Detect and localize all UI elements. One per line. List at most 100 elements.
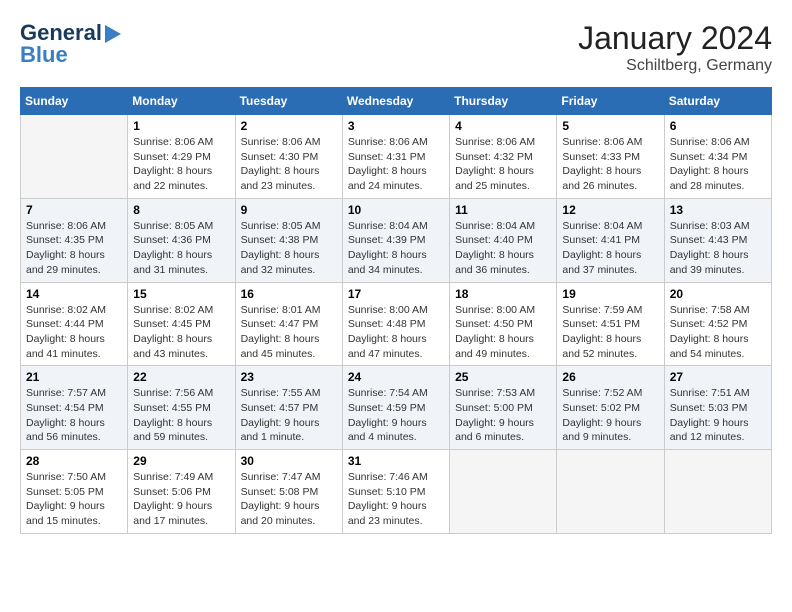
calendar-cell: 10 Sunrise: 8:04 AMSunset: 4:39 PMDayligh… bbox=[342, 198, 449, 282]
day-number: 20 bbox=[670, 287, 766, 301]
day-number: 3 bbox=[348, 119, 444, 133]
day-info: Sunrise: 8:01 AMSunset: 4:47 PMDaylight:… bbox=[241, 303, 337, 362]
day-number: 9 bbox=[241, 203, 337, 217]
calendar-cell: 29 Sunrise: 7:49 AMSunset: 5:06 PMDayligh… bbox=[128, 450, 235, 534]
day-header-thursday: Thursday bbox=[450, 88, 557, 115]
day-number: 29 bbox=[133, 454, 229, 468]
month-title: January 2024 bbox=[578, 20, 772, 57]
calendar-cell: 26 Sunrise: 7:52 AMSunset: 5:02 PMDayligh… bbox=[557, 366, 664, 450]
calendar-week-row: 7 Sunrise: 8:06 AMSunset: 4:35 PMDaylight… bbox=[21, 198, 772, 282]
day-number: 6 bbox=[670, 119, 766, 133]
day-number: 26 bbox=[562, 370, 658, 384]
day-info: Sunrise: 8:06 AMSunset: 4:31 PMDaylight:… bbox=[348, 135, 444, 194]
title-block: January 2024 Schiltberg, Germany bbox=[578, 20, 772, 75]
day-info: Sunrise: 8:00 AMSunset: 4:48 PMDaylight:… bbox=[348, 303, 444, 362]
day-number: 2 bbox=[241, 119, 337, 133]
day-number: 31 bbox=[348, 454, 444, 468]
calendar-cell: 27 Sunrise: 7:51 AMSunset: 5:03 PMDayligh… bbox=[664, 366, 771, 450]
calendar-week-row: 21 Sunrise: 7:57 AMSunset: 4:54 PMDayligh… bbox=[21, 366, 772, 450]
day-info: Sunrise: 8:05 AMSunset: 4:36 PMDaylight:… bbox=[133, 219, 229, 278]
day-info: Sunrise: 8:06 AMSunset: 4:33 PMDaylight:… bbox=[562, 135, 658, 194]
location: Schiltberg, Germany bbox=[578, 57, 772, 75]
day-info: Sunrise: 7:51 AMSunset: 5:03 PMDaylight:… bbox=[670, 386, 766, 445]
calendar-cell: 14 Sunrise: 8:02 AMSunset: 4:44 PMDayligh… bbox=[21, 282, 128, 366]
day-header-sunday: Sunday bbox=[21, 88, 128, 115]
calendar-cell: 15Sunrise: 8:02 AMSunset: 4:45 PMDayligh… bbox=[128, 282, 235, 366]
calendar-cell: 21 Sunrise: 7:57 AMSunset: 4:54 PMDayligh… bbox=[21, 366, 128, 450]
day-info: Sunrise: 8:06 AMSunset: 4:29 PMDaylight:… bbox=[133, 135, 229, 194]
calendar-cell: 18Sunrise: 8:00 AMSunset: 4:50 PMDayligh… bbox=[450, 282, 557, 366]
day-number: 17 bbox=[348, 287, 444, 301]
day-number: 23 bbox=[241, 370, 337, 384]
calendar-cell: 11 Sunrise: 8:04 AMSunset: 4:40 PMDayligh… bbox=[450, 198, 557, 282]
calendar-cell: 7 Sunrise: 8:06 AMSunset: 4:35 PMDaylight… bbox=[21, 198, 128, 282]
day-number: 7 bbox=[26, 203, 122, 217]
day-info: Sunrise: 7:56 AMSunset: 4:55 PMDaylight:… bbox=[133, 386, 229, 445]
calendar-cell bbox=[450, 450, 557, 534]
calendar-cell bbox=[21, 115, 128, 199]
calendar-cell: 4Sunrise: 8:06 AMSunset: 4:32 PMDaylight… bbox=[450, 115, 557, 199]
calendar-cell: 23 Sunrise: 7:55 AMSunset: 4:57 PMDayligh… bbox=[235, 366, 342, 450]
day-info: Sunrise: 8:04 AMSunset: 4:40 PMDaylight:… bbox=[455, 219, 551, 278]
page-header: General Blue January 2024 Schiltberg, Ge… bbox=[20, 20, 772, 75]
day-info: Sunrise: 7:59 AMSunset: 4:51 PMDaylight:… bbox=[562, 303, 658, 362]
day-info: Sunrise: 8:06 AMSunset: 4:32 PMDaylight:… bbox=[455, 135, 551, 194]
logo: General Blue bbox=[20, 20, 121, 68]
calendar-cell: 5 Sunrise: 8:06 AMSunset: 4:33 PMDaylight… bbox=[557, 115, 664, 199]
day-info: Sunrise: 8:04 AMSunset: 4:39 PMDaylight:… bbox=[348, 219, 444, 278]
day-number: 28 bbox=[26, 454, 122, 468]
day-info: Sunrise: 8:06 AMSunset: 4:34 PMDaylight:… bbox=[670, 135, 766, 194]
calendar-week-row: 14 Sunrise: 8:02 AMSunset: 4:44 PMDayligh… bbox=[21, 282, 772, 366]
day-info: Sunrise: 8:02 AMSunset: 4:45 PMDaylight:… bbox=[133, 303, 229, 362]
logo-blue: Blue bbox=[20, 42, 68, 68]
calendar-cell: 2Sunrise: 8:06 AMSunset: 4:30 PMDaylight… bbox=[235, 115, 342, 199]
day-number: 18 bbox=[455, 287, 551, 301]
calendar-cell: 31 Sunrise: 7:46 AMSunset: 5:10 PMDayligh… bbox=[342, 450, 449, 534]
day-number: 10 bbox=[348, 203, 444, 217]
day-header-wednesday: Wednesday bbox=[342, 88, 449, 115]
calendar-cell bbox=[664, 450, 771, 534]
day-number: 16 bbox=[241, 287, 337, 301]
calendar-week-row: 28 Sunrise: 7:50 AMSunset: 5:05 PMDayligh… bbox=[21, 450, 772, 534]
day-number: 12 bbox=[562, 203, 658, 217]
calendar-cell: 12 Sunrise: 8:04 AMSunset: 4:41 PMDayligh… bbox=[557, 198, 664, 282]
day-number: 1 bbox=[133, 119, 229, 133]
day-info: Sunrise: 8:03 AMSunset: 4:43 PMDaylight:… bbox=[670, 219, 766, 278]
day-info: Sunrise: 7:47 AMSunset: 5:08 PMDaylight:… bbox=[241, 470, 337, 529]
calendar-cell: 24Sunrise: 7:54 AMSunset: 4:59 PMDayligh… bbox=[342, 366, 449, 450]
day-number: 22 bbox=[133, 370, 229, 384]
day-info: Sunrise: 8:06 AMSunset: 4:35 PMDaylight:… bbox=[26, 219, 122, 278]
day-info: Sunrise: 7:50 AMSunset: 5:05 PMDaylight:… bbox=[26, 470, 122, 529]
calendar-cell: 6 Sunrise: 8:06 AMSunset: 4:34 PMDaylight… bbox=[664, 115, 771, 199]
day-info: Sunrise: 7:57 AMSunset: 4:54 PMDaylight:… bbox=[26, 386, 122, 445]
day-header-monday: Monday bbox=[128, 88, 235, 115]
day-number: 24 bbox=[348, 370, 444, 384]
calendar-cell: 28 Sunrise: 7:50 AMSunset: 5:05 PMDayligh… bbox=[21, 450, 128, 534]
day-info: Sunrise: 7:49 AMSunset: 5:06 PMDaylight:… bbox=[133, 470, 229, 529]
day-header-saturday: Saturday bbox=[664, 88, 771, 115]
day-number: 5 bbox=[562, 119, 658, 133]
day-header-friday: Friday bbox=[557, 88, 664, 115]
calendar-cell: 20 Sunrise: 7:58 AMSunset: 4:52 PMDayligh… bbox=[664, 282, 771, 366]
day-info: Sunrise: 7:55 AMSunset: 4:57 PMDaylight:… bbox=[241, 386, 337, 445]
calendar-cell: 22 Sunrise: 7:56 AMSunset: 4:55 PMDayligh… bbox=[128, 366, 235, 450]
day-info: Sunrise: 8:05 AMSunset: 4:38 PMDaylight:… bbox=[241, 219, 337, 278]
day-number: 21 bbox=[26, 370, 122, 384]
calendar-header-row: SundayMondayTuesdayWednesdayThursdayFrid… bbox=[21, 88, 772, 115]
day-info: Sunrise: 7:52 AMSunset: 5:02 PMDaylight:… bbox=[562, 386, 658, 445]
day-info: Sunrise: 8:02 AMSunset: 4:44 PMDaylight:… bbox=[26, 303, 122, 362]
day-number: 11 bbox=[455, 203, 551, 217]
day-info: Sunrise: 8:04 AMSunset: 4:41 PMDaylight:… bbox=[562, 219, 658, 278]
calendar-cell: 25Sunrise: 7:53 AMSunset: 5:00 PMDayligh… bbox=[450, 366, 557, 450]
calendar-cell: 19 Sunrise: 7:59 AMSunset: 4:51 PMDayligh… bbox=[557, 282, 664, 366]
day-info: Sunrise: 7:46 AMSunset: 5:10 PMDaylight:… bbox=[348, 470, 444, 529]
day-number: 8 bbox=[133, 203, 229, 217]
calendar-cell: 16 Sunrise: 8:01 AMSunset: 4:47 PMDayligh… bbox=[235, 282, 342, 366]
calendar-cell: 9 Sunrise: 8:05 AMSunset: 4:38 PMDaylight… bbox=[235, 198, 342, 282]
day-number: 27 bbox=[670, 370, 766, 384]
day-number: 14 bbox=[26, 287, 122, 301]
day-info: Sunrise: 7:53 AMSunset: 5:00 PMDaylight:… bbox=[455, 386, 551, 445]
day-info: Sunrise: 7:58 AMSunset: 4:52 PMDaylight:… bbox=[670, 303, 766, 362]
calendar-cell bbox=[557, 450, 664, 534]
day-number: 19 bbox=[562, 287, 658, 301]
